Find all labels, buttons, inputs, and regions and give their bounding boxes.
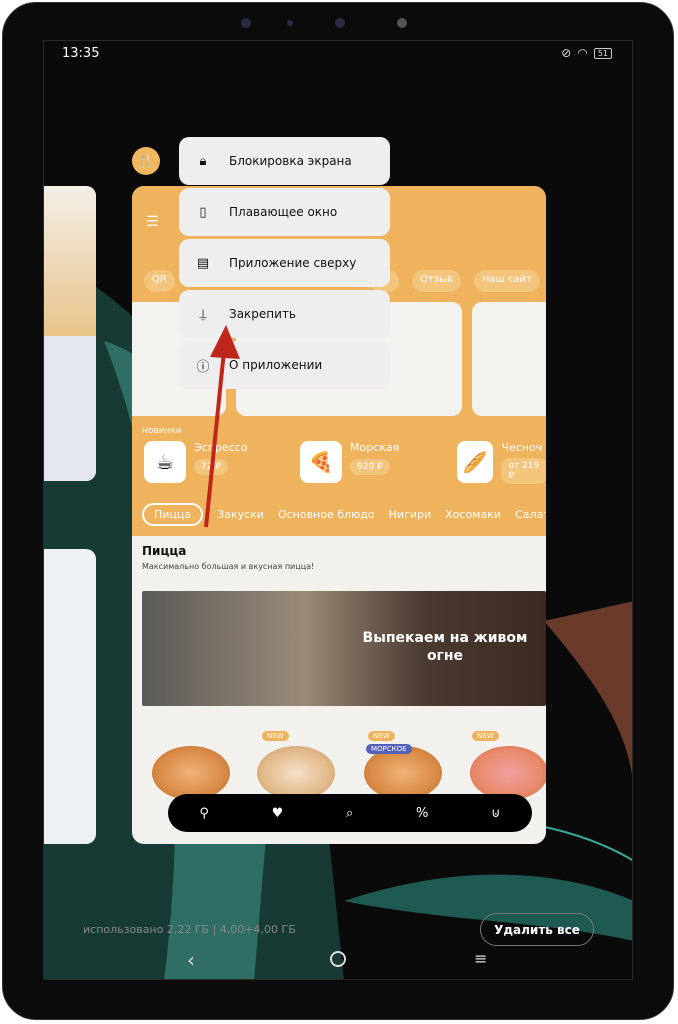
- annotation-arrow: [204, 325, 240, 528]
- recents-icon[interactable]: ≡: [474, 949, 487, 968]
- camera-icon: [241, 18, 251, 28]
- back-icon[interactable]: ‹: [187, 948, 195, 972]
- home-icon[interactable]: [330, 951, 346, 967]
- sensor-icon: [287, 20, 293, 26]
- memory-usage: использовано 2,22 ГБ | 4,00+4,00 ГБ: [83, 923, 296, 936]
- camera-icon: [335, 18, 345, 28]
- screen: 13:35 ⊘◠51 🍴 ☰ QR ла Отзыв Наш сайт нови…: [43, 40, 633, 980]
- clear-all-button[interactable]: Удалить все: [480, 913, 594, 946]
- sensor-icon: [397, 18, 407, 28]
